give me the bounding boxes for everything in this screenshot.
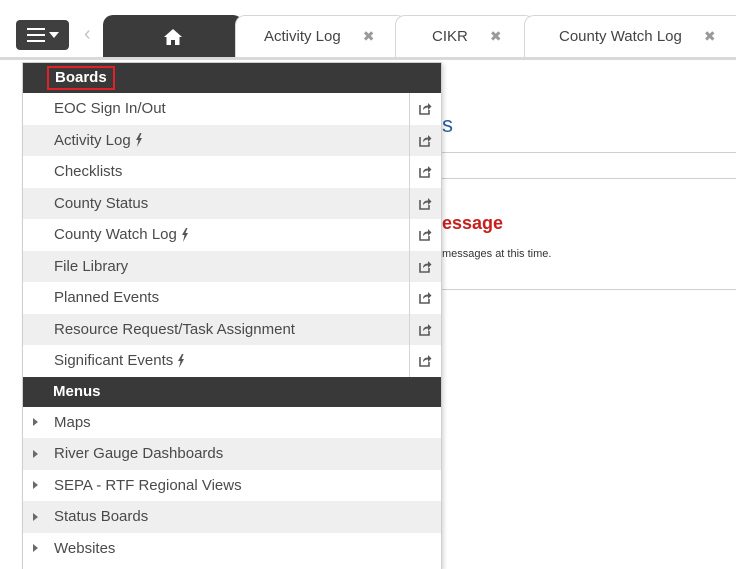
external-link-icon bbox=[419, 292, 432, 305]
external-link-icon bbox=[419, 260, 432, 273]
tab-cikr[interactable]: CIKR ✖ bbox=[395, 15, 535, 57]
board-item[interactable]: County Watch Log bbox=[23, 219, 441, 251]
board-item-link[interactable]: Planned Events bbox=[23, 289, 409, 306]
close-icon[interactable]: ✖ bbox=[490, 28, 502, 45]
menu-item-label: Websites bbox=[54, 539, 116, 557]
boards-header: Boards bbox=[23, 63, 441, 93]
board-item[interactable]: Significant Events bbox=[23, 345, 441, 377]
close-icon[interactable]: ✖ bbox=[363, 28, 375, 45]
external-link-icon bbox=[419, 134, 432, 147]
board-item-label: Checklists bbox=[54, 163, 123, 181]
open-external-button[interactable] bbox=[409, 250, 441, 282]
external-link-icon bbox=[419, 197, 432, 210]
caret-right-icon bbox=[33, 449, 38, 458]
board-item-link[interactable]: EOC Sign In/Out bbox=[23, 100, 409, 117]
board-item-link[interactable]: Significant Events bbox=[23, 352, 409, 369]
menu-item[interactable]: SEPA - RTF Regional Views bbox=[23, 470, 441, 502]
board-item-label: County Watch Log bbox=[54, 226, 177, 244]
tab-activity-log[interactable]: Activity Log ✖ bbox=[235, 15, 407, 57]
board-item-label: Planned Events bbox=[54, 289, 160, 307]
menu-item[interactable]: Websites bbox=[23, 533, 441, 565]
external-link-icon bbox=[419, 103, 432, 116]
lightning-bolt-icon bbox=[135, 133, 142, 148]
open-external-button[interactable] bbox=[409, 124, 441, 156]
menu-item[interactable]: Maps bbox=[23, 407, 441, 439]
message-heading-fragment: essage bbox=[442, 213, 504, 233]
menus-header-label: Menus bbox=[53, 383, 101, 400]
board-item[interactable]: EOC Sign In/Out bbox=[23, 93, 441, 125]
divider bbox=[442, 152, 736, 153]
lightning-bolt-icon bbox=[181, 227, 188, 242]
open-external-button[interactable] bbox=[409, 282, 441, 314]
board-item-link[interactable]: County Watch Log bbox=[23, 226, 409, 243]
hamburger-icon bbox=[26, 28, 45, 42]
board-item-label: EOC Sign In/Out bbox=[54, 100, 166, 118]
board-item-link[interactable]: Resource Request/Task Assignment bbox=[23, 321, 409, 338]
tab-label: CIKR bbox=[432, 28, 468, 45]
lightning-bolt-icon bbox=[178, 353, 185, 368]
board-item[interactable]: Activity Log bbox=[23, 124, 441, 156]
board-item-link[interactable]: Activity Log bbox=[23, 132, 409, 149]
board-item-link[interactable]: File Library bbox=[23, 258, 409, 275]
tab-bar: ‹ Activity Log ✖ CIKR ✖ County Watch Log… bbox=[0, 0, 736, 60]
external-link-icon bbox=[419, 166, 432, 179]
open-external-button[interactable] bbox=[409, 219, 441, 251]
board-item-label: County Status bbox=[54, 194, 149, 212]
external-link-icon bbox=[419, 355, 432, 368]
board-item[interactable]: Checklists bbox=[23, 156, 441, 188]
open-external-button[interactable] bbox=[409, 313, 441, 345]
board-item-label: Significant Events bbox=[54, 352, 174, 370]
board-item[interactable]: File Library bbox=[23, 250, 441, 282]
open-external-button[interactable] bbox=[409, 93, 441, 125]
boards-list: EOC Sign In/Out Activity Log Checklists Cou… bbox=[23, 93, 441, 377]
board-item-label: File Library bbox=[54, 257, 129, 275]
board-item-label: Resource Request/Task Assignment bbox=[54, 320, 295, 338]
caret-right-icon bbox=[33, 544, 38, 553]
board-item[interactable]: County Status bbox=[23, 187, 441, 219]
open-external-button[interactable] bbox=[409, 156, 441, 188]
menu-item-label: Status Boards bbox=[54, 508, 149, 526]
menu-item-label: River Gauge Dashboards bbox=[54, 445, 224, 463]
divider bbox=[442, 289, 736, 290]
caret-right-icon bbox=[33, 418, 38, 427]
menu-item-label: SEPA - RTF Regional Views bbox=[54, 476, 242, 494]
chevron-left-icon[interactable]: ‹ bbox=[84, 22, 91, 46]
main-menu-dropdown: Boards EOC Sign In/Out Activity Log Checkl… bbox=[22, 62, 442, 569]
tab-label: Activity Log bbox=[264, 28, 341, 45]
board-item-label: Activity Log bbox=[54, 131, 131, 149]
external-link-icon bbox=[419, 323, 432, 336]
close-icon[interactable]: ✖ bbox=[704, 28, 716, 45]
main-menu-button[interactable] bbox=[16, 20, 69, 50]
caret-right-icon bbox=[33, 512, 38, 521]
menu-item-label: Maps bbox=[54, 413, 91, 431]
external-link-icon bbox=[419, 229, 432, 242]
tab-label: County Watch Log bbox=[559, 28, 682, 45]
board-item-link[interactable]: County Status bbox=[23, 195, 409, 212]
board-item[interactable]: Resource Request/Task Assignment bbox=[23, 313, 441, 345]
open-external-button[interactable] bbox=[409, 187, 441, 219]
home-icon bbox=[164, 28, 182, 45]
menu-item[interactable]: River Gauge Dashboards bbox=[23, 438, 441, 470]
message-text-fragment: messages at this time. bbox=[442, 248, 552, 260]
caret-right-icon bbox=[33, 481, 38, 490]
tab-home[interactable] bbox=[103, 15, 243, 57]
divider bbox=[442, 178, 736, 179]
menus-list: Maps River Gauge Dashboards SEPA - RTF Reg… bbox=[23, 407, 441, 565]
boards-header-label: Boards bbox=[47, 66, 115, 90]
menu-item[interactable]: Status Boards bbox=[23, 501, 441, 533]
caret-down-icon bbox=[48, 32, 59, 38]
board-item-link[interactable]: Checklists bbox=[23, 163, 409, 180]
page-heading-fragment: s bbox=[442, 112, 453, 137]
tab-county-watch-log[interactable]: County Watch Log ✖ bbox=[524, 15, 736, 57]
menus-header: Menus bbox=[23, 376, 441, 407]
open-external-button[interactable] bbox=[409, 345, 441, 377]
board-item[interactable]: Planned Events bbox=[23, 282, 441, 314]
